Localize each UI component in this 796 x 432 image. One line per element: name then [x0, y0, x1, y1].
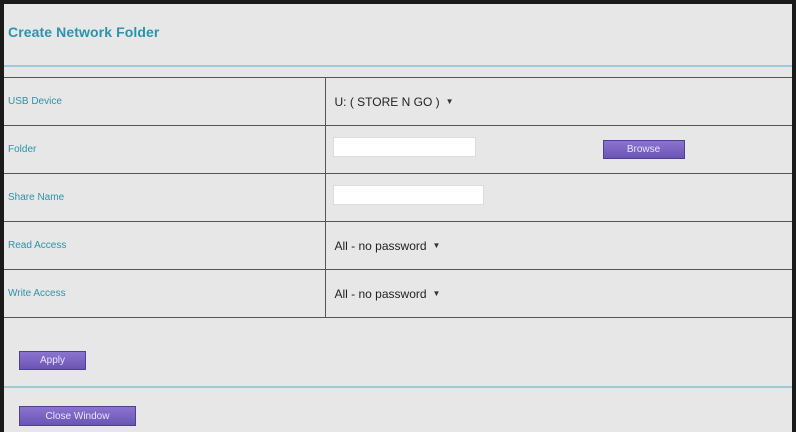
folder-label: Folder: [4, 125, 326, 174]
row-folder: Folder Browse: [4, 125, 792, 174]
usb-device-label: USB Device: [4, 77, 326, 126]
create-network-folder-dialog: Create Network Folder USB Device U: ( ST…: [0, 0, 796, 432]
row-share-name: Share Name: [4, 173, 792, 222]
chevron-down-icon: ▼: [432, 241, 441, 250]
read-access-value: All - no password: [334, 238, 427, 253]
row-read-access: Read Access All - no password ▼: [4, 221, 792, 270]
dialog-title: Create Network Folder: [8, 24, 160, 40]
row-usb-device: USB Device U: ( STORE N GO ) ▼: [4, 77, 792, 126]
chevron-down-icon: ▼: [432, 289, 441, 298]
row-write-access: Write Access All - no password ▼: [4, 269, 792, 318]
write-access-value: All - no password: [334, 286, 427, 301]
folder-input[interactable]: [332, 137, 476, 157]
apply-button[interactable]: Apply: [19, 351, 86, 370]
folder-settings-table: USB Device U: ( STORE N GO ) ▼ Folder Br…: [4, 77, 792, 318]
read-access-select[interactable]: All - no password ▼: [333, 237, 443, 255]
footer-divider: [4, 386, 792, 388]
write-access-label: Write Access: [4, 269, 326, 318]
usb-device-value: U: ( STORE N GO ): [334, 94, 440, 109]
write-access-select[interactable]: All - no password ▼: [333, 285, 443, 303]
title-divider: [4, 65, 792, 67]
share-name-input[interactable]: [332, 185, 484, 205]
share-name-label: Share Name: [4, 173, 326, 222]
usb-device-select[interactable]: U: ( STORE N GO ) ▼: [333, 93, 456, 111]
browse-button[interactable]: Browse: [602, 140, 685, 159]
chevron-down-icon: ▼: [445, 97, 454, 106]
read-access-label: Read Access: [4, 221, 326, 270]
close-window-button[interactable]: Close Window: [19, 406, 136, 426]
